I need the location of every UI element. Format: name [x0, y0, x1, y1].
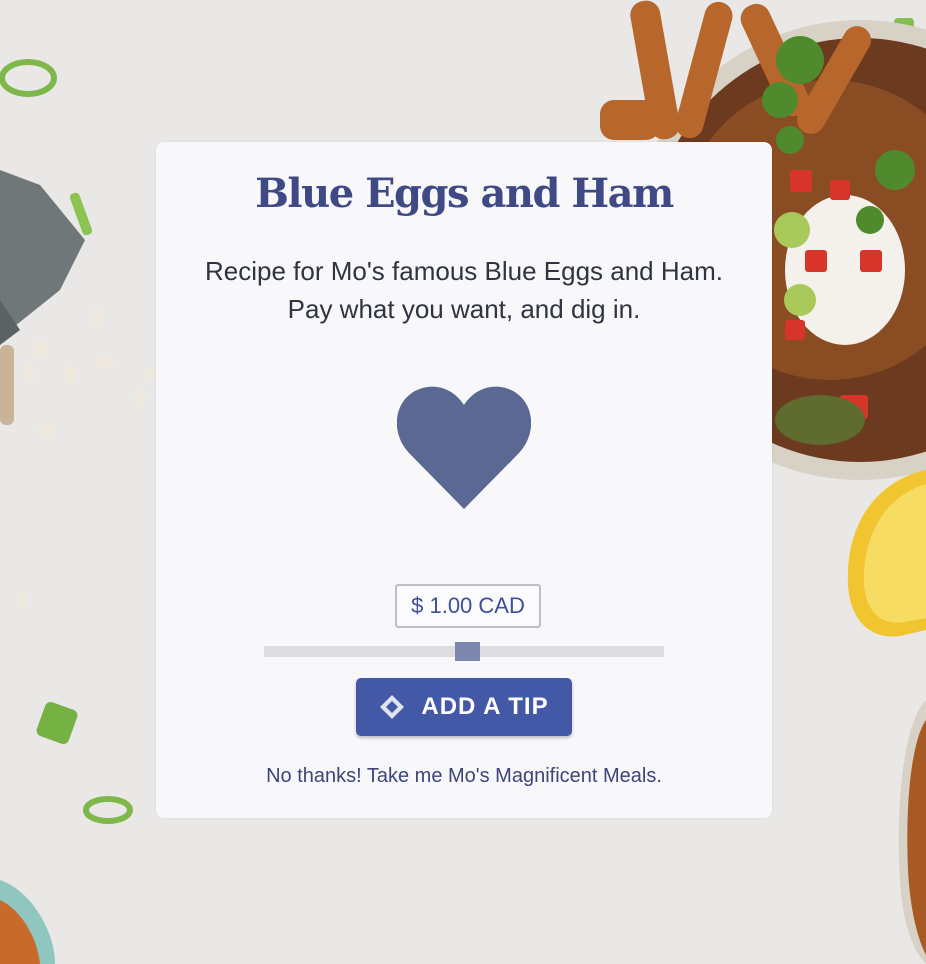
heart-icon	[397, 386, 531, 509]
page-title: Blue Eggs and Ham	[255, 170, 674, 217]
add-tip-button[interactable]: ADD A TIP	[356, 678, 572, 736]
no-thanks-link[interactable]: No thanks! Take me Mo's Magnificent Meal…	[156, 765, 772, 788]
tip-card: Blue Eggs and Ham Recipe for Mo's famous…	[156, 142, 772, 818]
add-tip-button-label: ADD A TIP	[421, 693, 549, 720]
slider-thumb[interactable]	[455, 642, 480, 661]
tip-amount-slider[interactable]	[264, 642, 664, 661]
recipe-description: Recipe for Mo's famous Blue Eggs and Ham…	[205, 256, 723, 324]
tip-amount-field[interactable]: $ 1.00 CAD	[395, 584, 541, 628]
ko-fi-icon	[380, 695, 405, 719]
